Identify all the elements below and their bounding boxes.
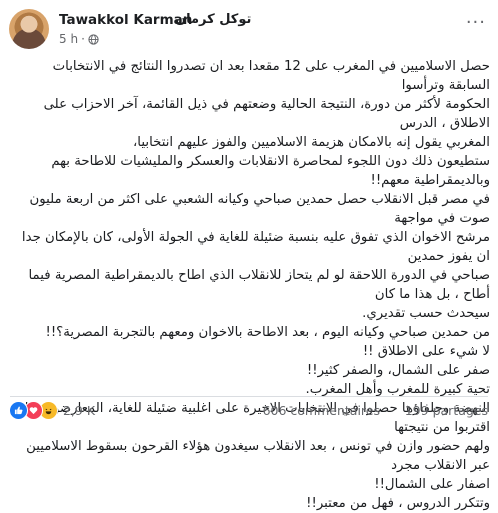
post-line: حصل الاسلاميين في المغرب على 12 مقعدا بع… — [52, 59, 490, 93]
author-name[interactable]: Tawakkol Karman — [59, 12, 192, 28]
post-line: في مصر قبل الانقلاب حصل حمدين صباحي وكيا… — [29, 192, 491, 226]
post-body: حصل الاسلاميين في المغرب على 12 مقعدا بع… — [8, 57, 490, 513]
author-avatar[interactable] — [9, 9, 49, 49]
shares-count[interactable]: 199 partages — [405, 403, 488, 418]
post-meta: 5 h · — [59, 32, 99, 46]
comments-count[interactable]: 606 commentaires — [263, 403, 380, 418]
meta-separator: · — [81, 32, 85, 46]
post-footer: 2,9 K 606 commentaires 199 partages — [0, 400, 498, 422]
reactions-summary[interactable]: 2,9 K — [9, 401, 95, 420]
more-options-button[interactable]: ··· — [466, 12, 486, 33]
globe-icon[interactable] — [88, 33, 99, 45]
post-line: ولهم حضور وازن في تونس ، بعد الانقلاب سي… — [26, 439, 490, 473]
author-name-arabic[interactable]: توكل كرمان — [175, 12, 251, 27]
post-line: صباحي في الدورة اللاحقة لو لم يتحاز للان… — [28, 268, 491, 302]
post-line: الحكومة لأكثر من دورة، النتيجة الحالية و… — [43, 97, 490, 131]
post-line: ستطيعون ذلك دون اللجوء لمحاصرة الانقلابا… — [51, 154, 490, 188]
post-line: المغربي يقول إنه بالامكان هزيمة الاسلامي… — [133, 135, 490, 150]
post-line: لا شيء على الاطلاق !! — [362, 344, 490, 359]
post-line: من حمدين صباحي وكيانه اليوم ، بعد الاطاح… — [45, 325, 491, 340]
post-line: سيحدث حسب تقديري. — [362, 306, 490, 321]
post-time[interactable]: 5 h — [59, 32, 78, 46]
footer-divider — [10, 396, 488, 397]
post-line: اصفار على الشمال!! — [374, 477, 490, 492]
reaction-count[interactable]: 2,9 K — [63, 403, 95, 418]
post-line: وتتكرر الدروس ، فهل من معتبر!! — [306, 496, 490, 511]
post-line: صفر على الشمال، والصفر كثير!! — [306, 363, 490, 378]
post-line: مرشح الاخوان الذي تفوق عليه بنسبة ضئيلة … — [21, 230, 490, 264]
post-header: Tawakkol Karman توكل كرمان 5 h · ··· — [0, 8, 498, 54]
like-icon — [9, 401, 28, 420]
